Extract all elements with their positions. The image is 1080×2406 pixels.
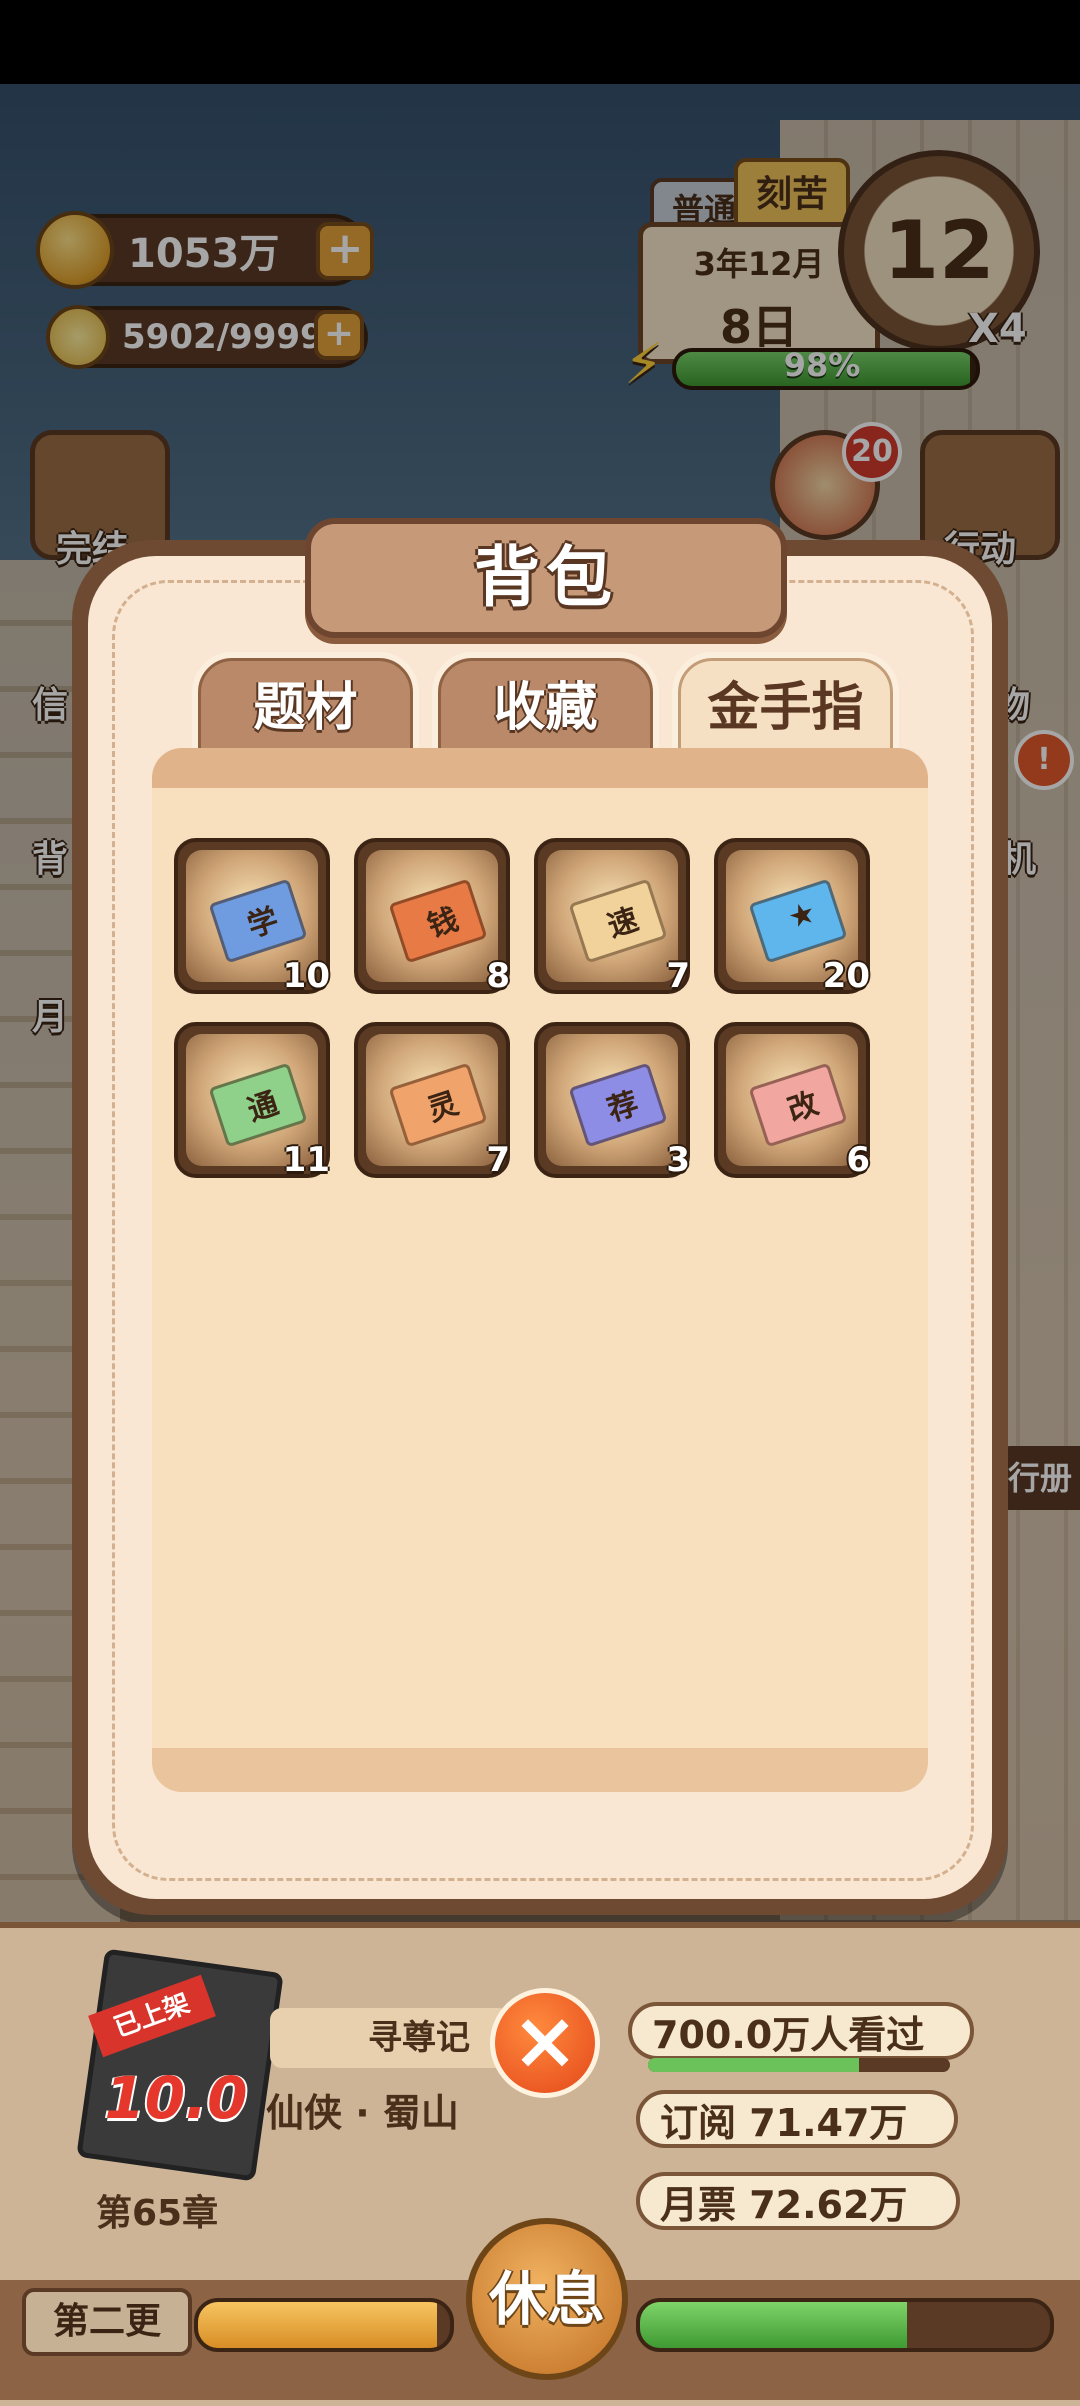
item-count: 8 bbox=[486, 956, 510, 996]
inventory-item[interactable]: 通 11 bbox=[174, 1022, 330, 1180]
rest-button[interactable]: 休息 bbox=[466, 2218, 628, 2380]
item-count: 11 bbox=[282, 1140, 330, 1180]
inventory-item[interactable]: 灵7 bbox=[354, 1022, 510, 1180]
monthly-ticket-stat: 月票 72.62万 bbox=[636, 2172, 960, 2230]
writing-progress-bar bbox=[636, 2298, 1054, 2352]
book-title: 寻尊记 bbox=[270, 2008, 510, 2068]
item-count: 7 bbox=[486, 1140, 510, 1180]
book-genre: 仙侠 · 蜀山 bbox=[266, 2091, 459, 2135]
item-frame: 灵 bbox=[366, 1034, 498, 1166]
inventory-item[interactable]: 学 10 bbox=[174, 838, 330, 996]
item-count: 3 bbox=[666, 1140, 690, 1180]
inventory-item[interactable]: 速7 bbox=[534, 838, 690, 996]
views-stat: 700.0万人看过 bbox=[628, 2002, 974, 2060]
item-frame: 钱 bbox=[366, 850, 498, 982]
panel-header bbox=[152, 748, 928, 788]
item-frame: 速 bbox=[546, 850, 678, 982]
panel-footer bbox=[152, 1748, 928, 1792]
inventory-item[interactable]: ★ 20 bbox=[714, 838, 870, 996]
update-progress-fill bbox=[198, 2302, 438, 2348]
views-bar-fill bbox=[648, 2058, 860, 2072]
book-chapter: 第65章 bbox=[96, 2193, 219, 2234]
item-count: 6 bbox=[846, 1140, 870, 1180]
update-progress-bar bbox=[194, 2298, 454, 2352]
status-bar bbox=[0, 0, 1080, 84]
writing-progress-fill bbox=[640, 2302, 907, 2348]
inventory-item[interactable]: 荐3 bbox=[534, 1022, 690, 1180]
item-count: 20 bbox=[822, 956, 870, 996]
subscription-stat: 订阅 71.47万 bbox=[636, 2090, 958, 2148]
views-bar bbox=[648, 2058, 950, 2072]
item-frame: 荐 bbox=[546, 1034, 678, 1166]
item-frame: 改 bbox=[726, 1034, 858, 1166]
inventory-item[interactable]: 改6 bbox=[714, 1022, 870, 1180]
close-icon[interactable]: × bbox=[490, 1988, 600, 2098]
item-count: 10 bbox=[282, 956, 330, 996]
book-score: 10.0 bbox=[104, 2064, 248, 2132]
inventory-item[interactable]: 钱8 bbox=[354, 838, 510, 996]
item-count: 7 bbox=[666, 956, 690, 996]
modal-title: 背包 bbox=[474, 539, 618, 616]
update-count-label: 第二更 bbox=[22, 2288, 192, 2356]
